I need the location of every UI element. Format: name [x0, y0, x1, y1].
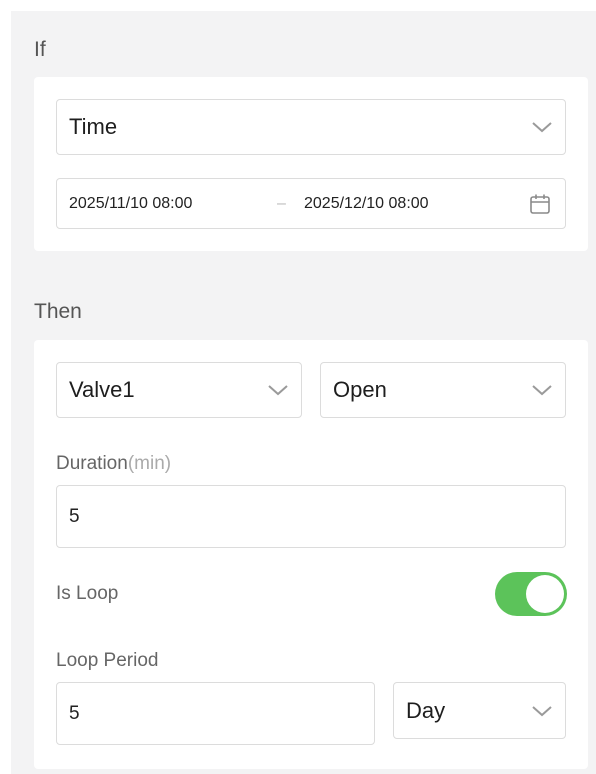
duration-label-text: Duration	[56, 453, 128, 474]
calendar-icon[interactable]	[529, 193, 551, 215]
device-select-value: Valve1	[69, 377, 135, 402]
action-select-value: Open	[333, 377, 387, 402]
duration-label: Duration(min)	[56, 453, 171, 475]
chevron-down-icon	[532, 122, 552, 133]
toggle-knob	[526, 575, 564, 613]
is-loop-label: Is Loop	[56, 583, 119, 604]
trigger-select-value: Time	[69, 114, 118, 139]
chevron-down-icon	[532, 705, 552, 716]
duration-input-value: 5	[69, 505, 80, 527]
device-select[interactable]: Valve1	[56, 362, 302, 418]
if-section-label: If	[34, 38, 46, 61]
trigger-select[interactable]: Time	[56, 99, 566, 155]
action-select[interactable]: Open	[320, 362, 566, 418]
duration-unit: (min)	[127, 453, 172, 474]
loop-period-unit-select[interactable]: Day	[393, 682, 566, 739]
loop-period-unit-value: Day	[406, 697, 446, 723]
date-range-end[interactable]: 2025/12/10 08:00	[304, 179, 429, 228]
chevron-down-icon	[532, 385, 552, 396]
chevron-down-icon	[268, 385, 288, 396]
then-section-label: Then	[34, 300, 82, 323]
is-loop-toggle[interactable]	[495, 572, 567, 616]
loop-period-input[interactable]: 5	[56, 682, 375, 745]
duration-input[interactable]: 5	[56, 485, 566, 548]
date-range-picker[interactable]: 2025/11/10 08:00 – 2025/12/10 08:00	[56, 178, 566, 229]
loop-period-label: Loop Period	[56, 650, 159, 671]
date-range-separator: –	[277, 194, 286, 212]
date-range-start[interactable]: 2025/11/10 08:00	[69, 179, 192, 228]
loop-period-input-value: 5	[69, 702, 80, 724]
